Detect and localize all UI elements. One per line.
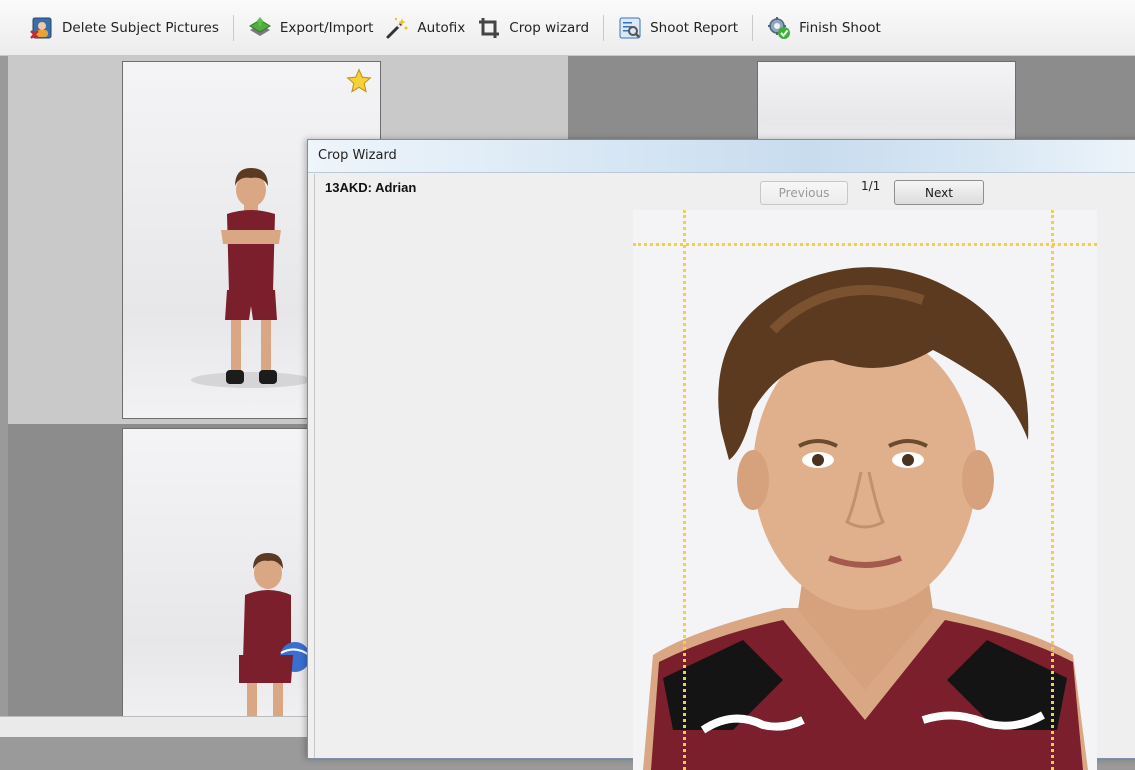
export-import-button[interactable]: Export/Import: [242, 12, 380, 44]
subject-photo-thumbnail[interactable]: [757, 61, 1016, 151]
favorite-star-icon[interactable]: [346, 68, 372, 98]
gallery-bottom-toolbar: [0, 716, 307, 737]
finish-shoot-gear-icon: [767, 16, 791, 40]
autofix-button[interactable]: Autofix: [379, 12, 471, 44]
next-button[interactable]: Next: [894, 180, 984, 205]
dialog-title: Crop Wizard: [318, 148, 397, 163]
autofix-label: Autofix: [417, 19, 466, 36]
shoot-report-icon: [618, 16, 642, 40]
crop-guide-left[interactable]: [683, 210, 686, 770]
delete-subject-icon: [30, 16, 54, 40]
crop-wizard-dialog: Crop Wizard 13AKD: Adrian Previous 1/1 N…: [307, 139, 1135, 770]
delete-subject-pictures-button[interactable]: Delete Subject Pictures: [24, 12, 225, 44]
autofix-wand-icon: [385, 16, 409, 40]
dialog-body: 13AKD: Adrian Previous 1/1 Next: [314, 174, 1135, 770]
toolbar-divider: [752, 14, 754, 41]
delete-subject-label: Delete Subject Pictures: [62, 19, 219, 36]
subject-name: 13AKD: Adrian: [325, 180, 417, 195]
previous-button[interactable]: Previous: [760, 181, 848, 205]
dialog-title-bar[interactable]: Crop Wizard: [308, 140, 1135, 173]
crop-guide-top[interactable]: [633, 243, 1097, 246]
toolbar-divider: [232, 14, 234, 41]
crop-icon: [477, 16, 501, 40]
export-import-icon: [248, 16, 272, 40]
main-toolbar: Delete Subject Pictures Export/Import Au…: [0, 0, 1135, 56]
shoot-report-label: Shoot Report: [650, 19, 739, 36]
export-import-label: Export/Import: [279, 19, 374, 36]
crop-wizard-label: Crop wizard: [509, 19, 590, 36]
finish-shoot-label: Finish Shoot: [799, 19, 881, 36]
crop-guide-right[interactable]: [1051, 210, 1054, 770]
finish-shoot-button[interactable]: Finish Shoot: [761, 12, 887, 44]
crop-wizard-button[interactable]: Crop wizard: [471, 12, 595, 44]
page-indicator: 1/1: [861, 179, 881, 193]
shoot-report-button[interactable]: Shoot Report: [612, 12, 744, 44]
toolbar-divider: [603, 14, 605, 41]
crop-preview-area[interactable]: [633, 210, 1097, 770]
portrait-photo: [633, 210, 1097, 770]
